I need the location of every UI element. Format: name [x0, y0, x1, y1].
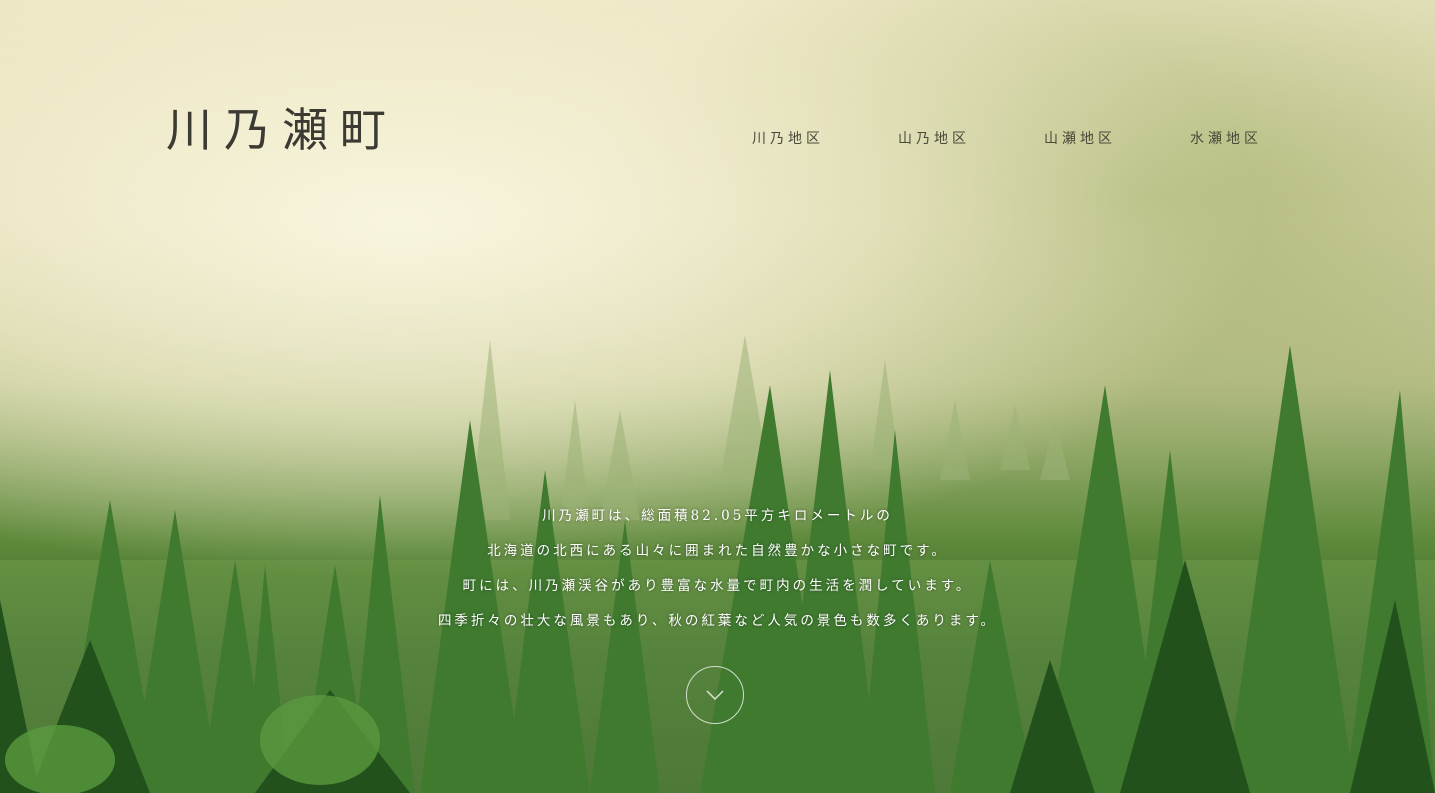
intro-line: 四季折々の壮大な風景もあり、秋の紅葉など人気の景色も数多くあります。	[437, 613, 998, 629]
site-logo[interactable]: 川乃瀬町	[166, 94, 398, 160]
nav-item-minase[interactable]: 水瀬地区	[1190, 128, 1336, 148]
nav-item-yamano[interactable]: 山乃地区	[898, 128, 1044, 148]
nav-item-yamase[interactable]: 山瀬地区	[1044, 128, 1190, 148]
intro-line: 町には、川乃瀬渓谷があり豊富な水量で町内の生活を潤しています。	[462, 578, 973, 594]
scroll-down-button[interactable]	[686, 666, 744, 724]
intro-text: 川乃瀬町は、総面積82.05平方キロメートルの 北海道の北西にある山々に囲まれた…	[0, 505, 1435, 645]
main-nav: 川乃地区 山乃地区 山瀬地区 水瀬地区	[752, 128, 1336, 148]
intro-line: 北海道の北西にある山々に囲まれた自然豊かな小さな町です。	[487, 543, 948, 559]
hero-section: 川乃瀬町 川乃地区 山乃地区 山瀬地区 水瀬地区 川乃瀬町は、総面積82.05平…	[0, 0, 1435, 793]
nav-item-kawano[interactable]: 川乃地区	[752, 128, 898, 148]
intro-line: 川乃瀬町は、総面積82.05平方キロメートルの	[542, 508, 893, 524]
chevron-down-icon	[706, 690, 724, 701]
